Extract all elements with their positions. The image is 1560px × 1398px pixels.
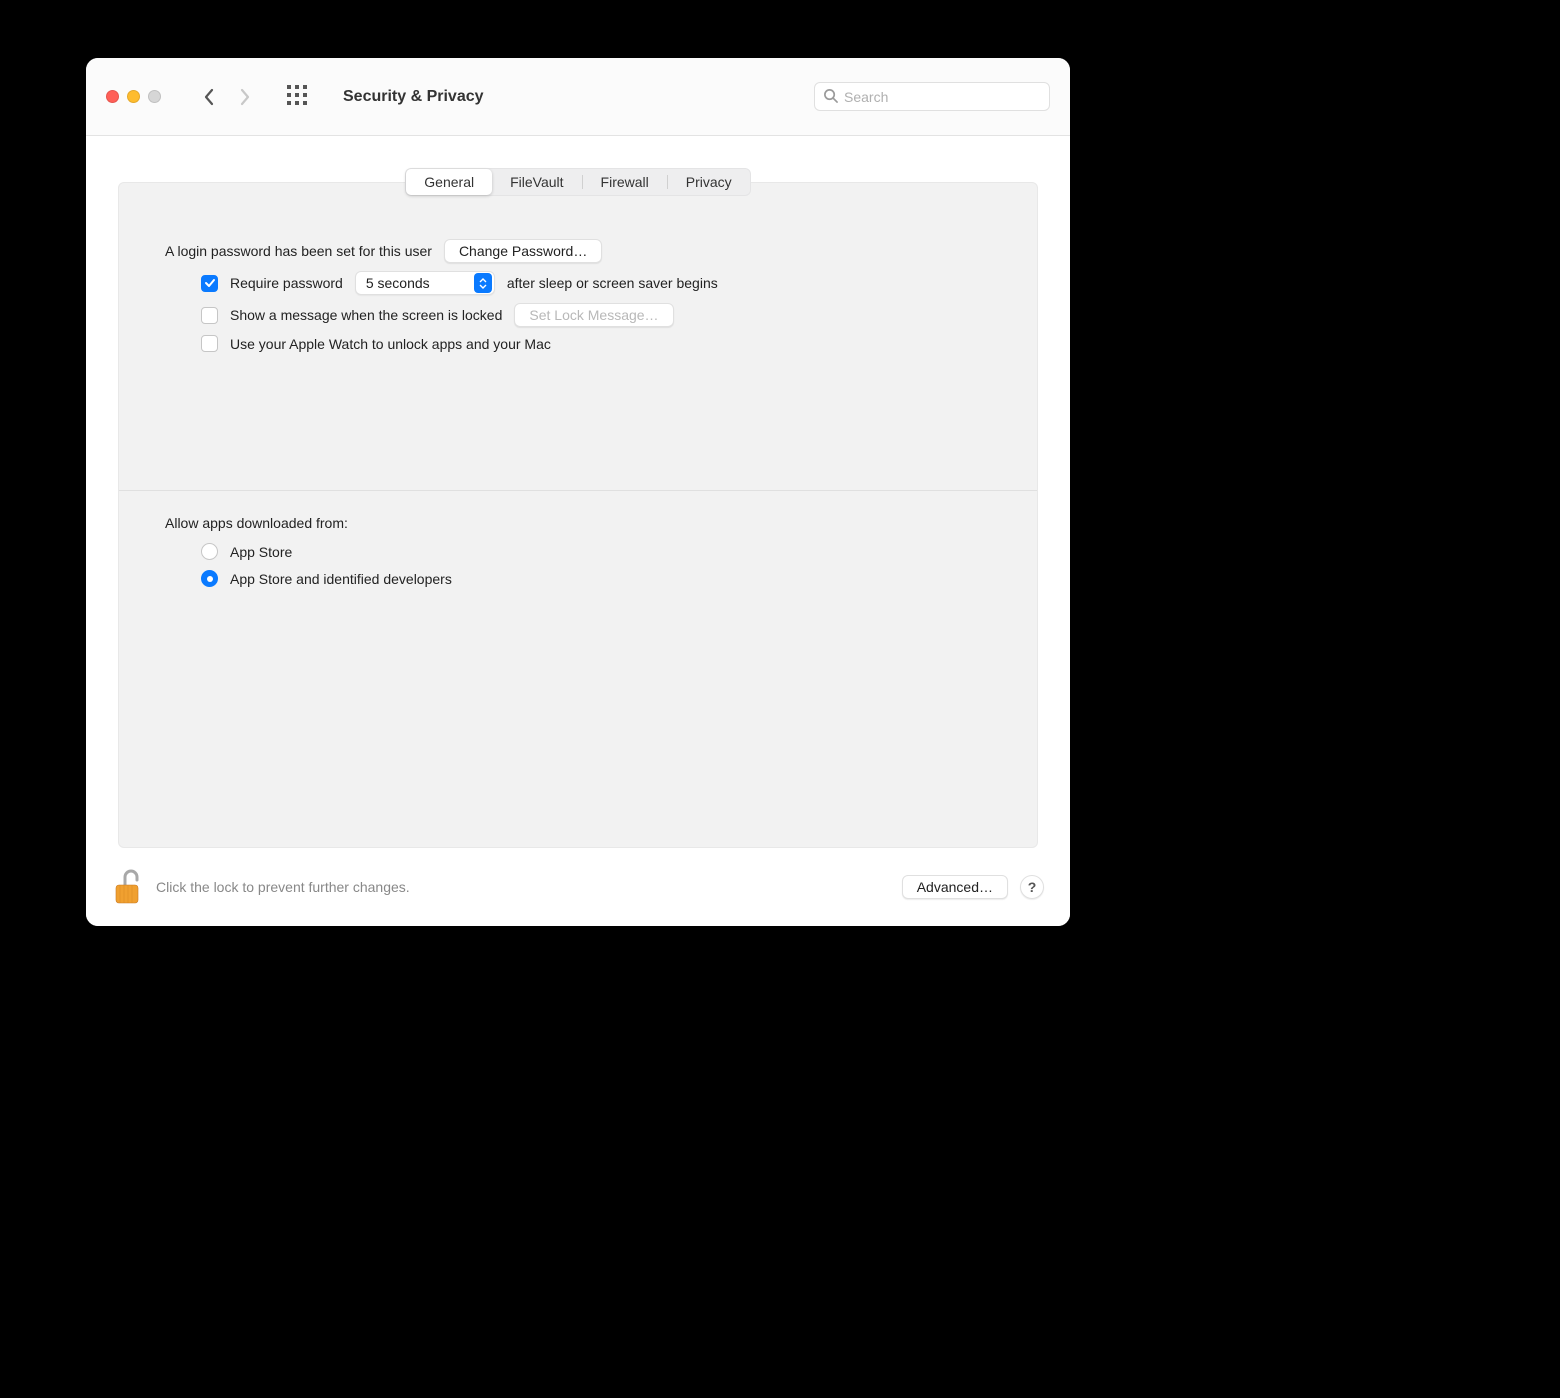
traffic-lights [106,90,161,103]
radio-app-store[interactable] [201,543,218,560]
delay-value: 5 seconds [366,275,474,291]
apple-watch-checkbox[interactable] [201,335,218,352]
allow-apps-option-appstore: App Store [201,543,991,560]
window-close-button[interactable] [106,90,119,103]
allow-apps-heading: Allow apps downloaded from: [165,515,991,531]
lock-icon[interactable] [112,867,144,907]
change-password-button[interactable]: Change Password… [444,239,602,263]
titlebar: Security & Privacy [86,58,1070,136]
search-box[interactable] [814,82,1050,111]
show-message-label: Show a message when the screen is locked [230,307,502,323]
show-message-checkbox[interactable] [201,307,218,324]
require-password-label-after: after sleep or screen saver begins [507,275,718,291]
require-password-row: Require password 5 seconds after sleep o… [201,271,991,295]
radio-app-store-identified-label: App Store and identified developers [230,571,452,587]
back-button[interactable] [203,88,215,106]
allow-apps-option-identified: App Store and identified developers [201,570,991,587]
preferences-window: Security & Privacy General FileVault Fir… [86,58,1070,926]
search-input[interactable] [844,89,1041,105]
tabs: General FileVault Firewall Privacy [118,168,1038,196]
chevron-up-down-icon [474,273,492,293]
apple-watch-row: Use your Apple Watch to unlock apps and … [201,335,991,352]
tab-firewall[interactable]: Firewall [583,169,667,195]
show-all-button[interactable] [287,85,307,108]
login-password-text: A login password has been set for this u… [165,243,432,259]
set-lock-message-button[interactable]: Set Lock Message… [514,303,673,327]
tab-filevault[interactable]: FileVault [492,169,581,195]
forward-button[interactable] [239,88,251,106]
divider [119,490,1037,491]
nav-arrows [203,88,251,106]
login-password-row: A login password has been set for this u… [165,239,991,263]
footer: Click the lock to prevent further change… [86,848,1070,926]
window-minimize-button[interactable] [127,90,140,103]
lock-hint-text: Click the lock to prevent further change… [156,879,410,895]
apple-watch-label: Use your Apple Watch to unlock apps and … [230,336,551,352]
tab-privacy[interactable]: Privacy [668,169,750,195]
tab-general[interactable]: General [406,169,492,195]
require-password-delay-popup[interactable]: 5 seconds [355,271,495,295]
window-title: Security & Privacy [343,88,484,106]
general-panel: A login password has been set for this u… [118,182,1038,848]
help-button[interactable]: ? [1020,875,1044,899]
radio-app-store-label: App Store [230,544,292,560]
content: General FileVault Firewall Privacy A log… [86,136,1070,848]
radio-app-store-identified[interactable] [201,570,218,587]
require-password-checkbox[interactable] [201,275,218,292]
advanced-button[interactable]: Advanced… [902,875,1008,899]
show-message-row: Show a message when the screen is locked… [201,303,991,327]
search-icon [823,88,838,106]
window-zoom-button[interactable] [148,90,161,103]
require-password-label-before: Require password [230,275,343,291]
